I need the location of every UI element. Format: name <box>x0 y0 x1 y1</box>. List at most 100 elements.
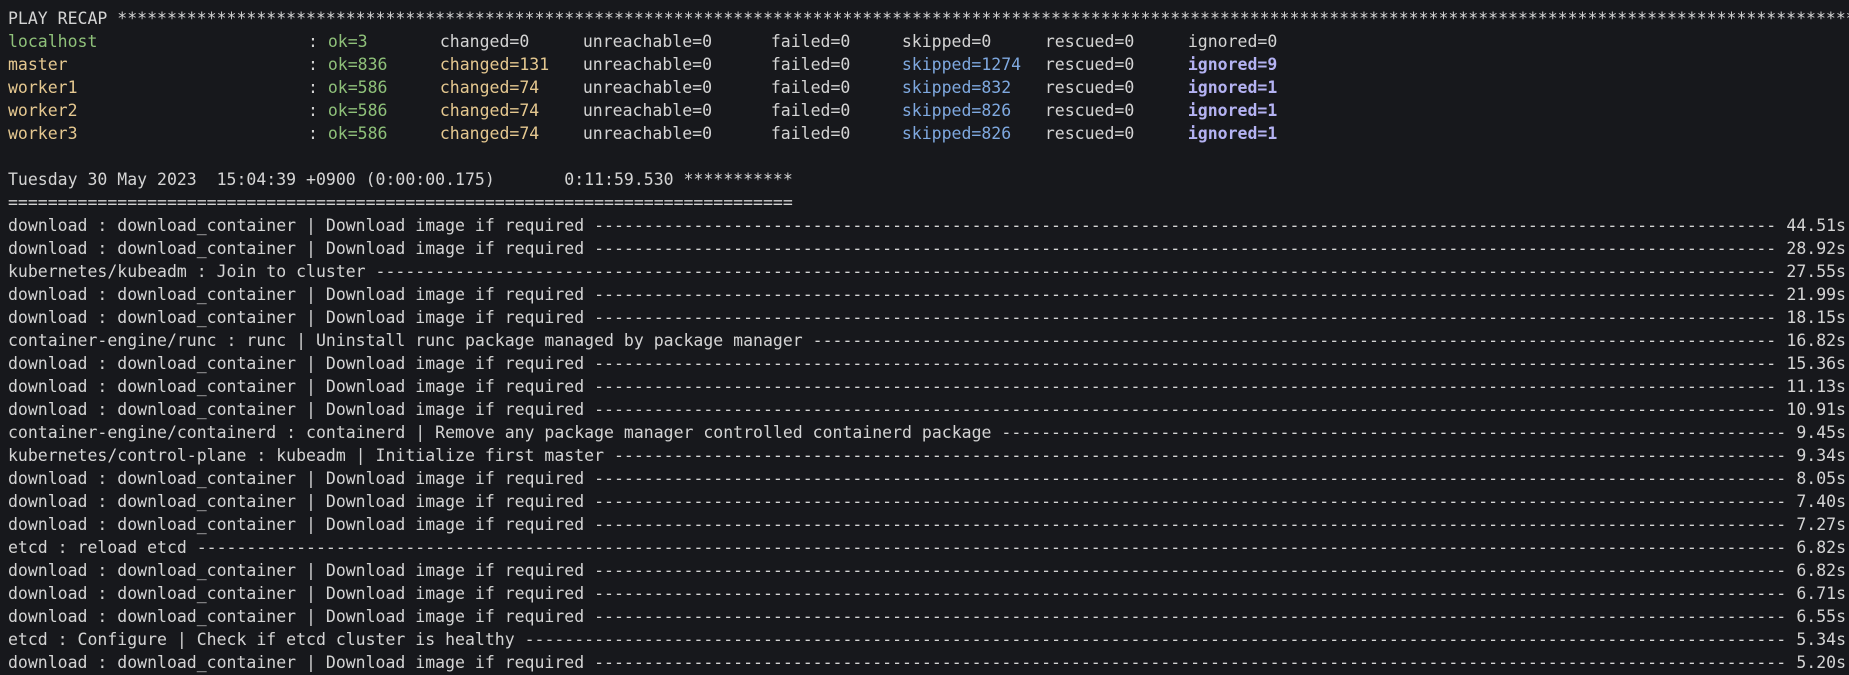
terminal-output[interactable]: PLAY RECAP *****************************… <box>0 0 1849 675</box>
task-duration: 9.45s <box>1786 421 1846 444</box>
host-name: master <box>8 55 68 74</box>
recap-row: worker1: ok=586 changed=74 unreachable=0 fa… <box>8 76 1849 99</box>
recap-table: localhost: ok=3 changed=0 unreachable=0 fai… <box>8 30 1849 145</box>
task-dash-fill: ----------------------------------------… <box>594 400 1846 419</box>
task-duration: 8.05s <box>1786 467 1846 490</box>
task-row: download : download_container | Download… <box>8 651 1846 674</box>
task-row: download : download_container | Download… <box>8 467 1846 490</box>
task-dash-fill: ----------------------------------------… <box>594 216 1846 235</box>
task-row: download : download_container | Download… <box>8 214 1846 237</box>
task-dash-fill: ----------------------------------------… <box>594 308 1846 327</box>
changed-count: changed=74 <box>439 124 540 143</box>
rescued-count: rescued=0 <box>1044 55 1135 74</box>
task-dash-fill: ----------------------------------------… <box>613 446 1846 465</box>
task-dash-fill: ----------------------------------------… <box>1001 423 1846 442</box>
skipped-count: skipped=1274 <box>901 55 1022 74</box>
task-duration: 6.82s <box>1786 559 1846 582</box>
ignored-count: ignored=1 <box>1187 101 1278 120</box>
skipped-count: skipped=826 <box>901 101 1012 120</box>
rescued-count: rescued=0 <box>1044 124 1135 143</box>
recap-row: master: ok=836 changed=131 unreachable=0 fa… <box>8 53 1849 76</box>
ignored-count: ignored=1 <box>1187 78 1278 97</box>
task-duration: 5.20s <box>1786 651 1846 674</box>
task-duration: 27.55s <box>1776 260 1846 283</box>
task-row: download : download_container | Download… <box>8 559 1846 582</box>
task-row: download : download_container | Download… <box>8 352 1846 375</box>
task-row: download : download_container | Download… <box>8 513 1846 536</box>
unreachable-count: unreachable=0 <box>582 32 713 51</box>
changed-count: changed=0 <box>439 32 530 51</box>
task-name: container-engine/containerd : containerd… <box>8 423 992 442</box>
rescued-count: rescued=0 <box>1044 101 1135 120</box>
failed-count: failed=0 <box>770 101 851 120</box>
ok-count: ok=586 <box>327 78 388 97</box>
task-name: download : download_container | Download… <box>8 653 585 672</box>
task-name: download : download_container | Download… <box>8 239 585 258</box>
task-duration: 6.82s <box>1786 536 1846 559</box>
task-row: download : download_container | Download… <box>8 605 1846 628</box>
task-name: download : download_container | Download… <box>8 377 585 396</box>
task-dash-fill: ----------------------------------------… <box>594 653 1846 672</box>
unreachable-count: unreachable=0 <box>582 101 713 120</box>
task-name: download : download_container | Download… <box>8 285 585 304</box>
task-name: kubernetes/control-plane : kubeadm | Ini… <box>8 446 605 465</box>
recap-row: localhost: ok=3 changed=0 unreachable=0 fai… <box>8 30 1849 53</box>
task-dash-fill: ----------------------------------------… <box>594 239 1846 258</box>
changed-count: changed=74 <box>439 101 540 120</box>
task-name: download : download_container | Download… <box>8 561 585 580</box>
task-dash-fill: ----------------------------------------… <box>594 285 1846 304</box>
task-dash-fill: ----------------------------------------… <box>594 561 1846 580</box>
task-dash-fill: ----------------------------------------… <box>594 492 1846 511</box>
task-dash-fill: ----------------------------------------… <box>196 538 1846 557</box>
task-dash-fill: ----------------------------------------… <box>594 584 1846 603</box>
task-name: download : download_container | Download… <box>8 469 585 488</box>
skipped-count: skipped=832 <box>901 78 1012 97</box>
task-name: download : download_container | Download… <box>8 400 585 419</box>
task-duration: 7.27s <box>1786 513 1846 536</box>
task-dash-fill: ----------------------------------------… <box>594 377 1846 396</box>
play-recap-header: PLAY RECAP *****************************… <box>8 9 1849 28</box>
task-name: download : download_container | Download… <box>8 607 585 626</box>
ignored-count: ignored=1 <box>1187 124 1278 143</box>
task-dash-fill: ----------------------------------------… <box>375 262 1846 281</box>
task-row: download : download_container | Download… <box>8 283 1846 306</box>
task-duration: 11.13s <box>1776 375 1846 398</box>
failed-count: failed=0 <box>770 32 851 51</box>
unreachable-count: unreachable=0 <box>582 78 713 97</box>
changed-count: changed=74 <box>439 78 540 97</box>
skipped-count: skipped=0 <box>901 32 992 51</box>
task-name: download : download_container | Download… <box>8 216 585 235</box>
task-row: kubernetes/control-plane : kubeadm | Ini… <box>8 444 1846 467</box>
host-name: worker3 <box>8 124 78 143</box>
task-dash-fill: ----------------------------------------… <box>594 354 1846 373</box>
task-dash-fill: ----------------------------------------… <box>594 469 1846 488</box>
task-name: etcd : Configure | Check if etcd cluster… <box>8 630 515 649</box>
rescued-count: rescued=0 <box>1044 78 1135 97</box>
ok-count: ok=836 <box>327 55 388 74</box>
recap-colon: : <box>308 55 328 74</box>
task-dash-fill: ----------------------------------------… <box>524 630 1846 649</box>
task-row: download : download_container | Download… <box>8 490 1846 513</box>
task-duration: 6.71s <box>1786 582 1846 605</box>
changed-count: changed=131 <box>439 55 550 74</box>
recap-row: worker2: ok=586 changed=74 unreachable=0 fa… <box>8 99 1849 122</box>
task-duration: 9.34s <box>1786 444 1846 467</box>
failed-count: failed=0 <box>770 78 851 97</box>
skipped-count: skipped=826 <box>901 124 1012 143</box>
task-timing-list: download : download_container | Download… <box>8 214 1849 674</box>
task-duration: 44.51s <box>1776 214 1846 237</box>
recap-colon: : <box>308 32 328 51</box>
recap-colon: : <box>308 124 328 143</box>
task-name: kubernetes/kubeadm : Join to cluster <box>8 262 366 281</box>
task-row: etcd : Configure | Check if etcd cluster… <box>8 628 1846 651</box>
ignored-count: ignored=9 <box>1187 55 1278 74</box>
task-duration: 16.82s <box>1776 329 1846 352</box>
recap-colon: : <box>308 101 328 120</box>
unreachable-count: unreachable=0 <box>582 124 713 143</box>
task-row: kubernetes/kubeadm : Join to cluster ---… <box>8 260 1846 283</box>
task-name: download : download_container | Download… <box>8 308 585 327</box>
task-duration: 18.15s <box>1776 306 1846 329</box>
task-duration: 15.36s <box>1776 352 1846 375</box>
task-dash-fill: ----------------------------------------… <box>594 515 1846 534</box>
task-row: container-engine/containerd : containerd… <box>8 421 1846 444</box>
